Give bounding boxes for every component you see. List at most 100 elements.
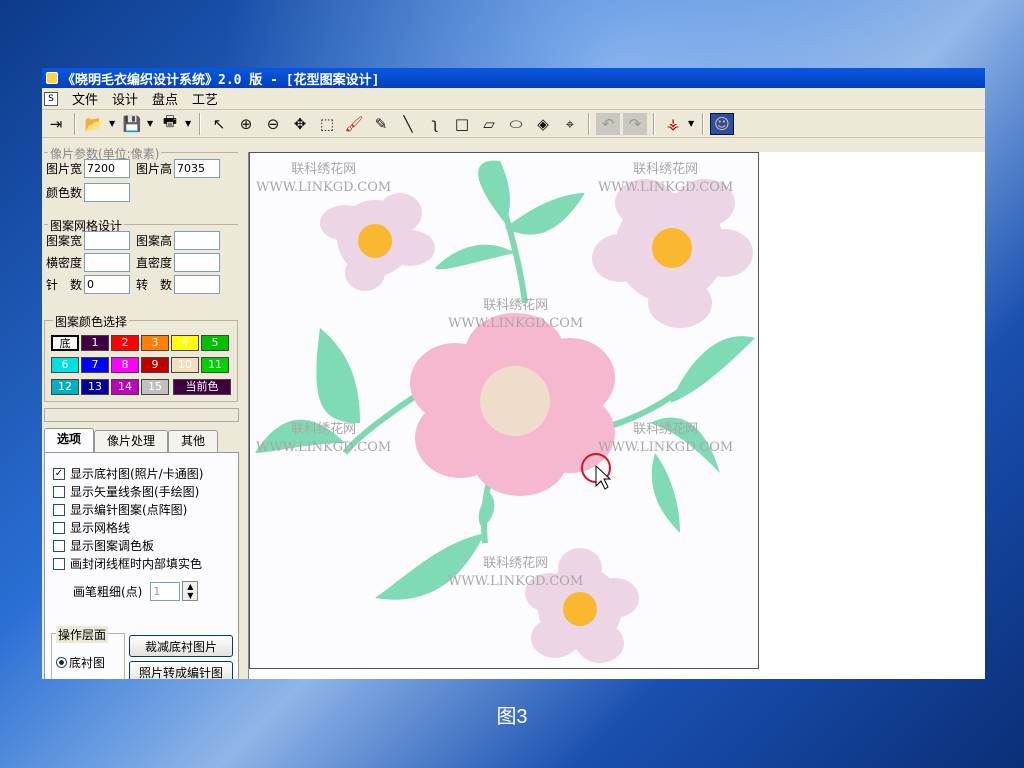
- color-swatch[interactable]: 11: [201, 357, 229, 373]
- flower-bottom-center: [563, 592, 597, 626]
- label: 图片高: [136, 162, 173, 176]
- tab-options[interactable]: 选项: [44, 428, 95, 452]
- checkbox-icon[interactable]: [53, 485, 65, 498]
- line-icon[interactable]: ╲: [396, 113, 420, 135]
- color-swatch[interactable]: 7: [81, 357, 109, 373]
- color-swatch[interactable]: 3: [141, 335, 169, 351]
- pattern-height-field[interactable]: [174, 231, 221, 250]
- tab-photo-processing[interactable]: 像片处理: [94, 430, 169, 452]
- color-swatch[interactable]: 15: [141, 379, 169, 395]
- watermark: 联科绣花网 WWW.LINKGD.COM: [448, 298, 584, 331]
- chevron-down-icon[interactable]: ▼: [688, 119, 696, 128]
- color-swatch[interactable]: 1: [81, 335, 109, 351]
- color-swatch[interactable]: 6: [51, 357, 79, 373]
- color-swatch[interactable]: 5: [201, 335, 229, 351]
- pen-width-spinner[interactable]: ▲ ▼: [182, 581, 199, 601]
- spinner-down-icon[interactable]: ▼: [183, 591, 197, 600]
- menu-file[interactable]: 文件: [72, 89, 98, 108]
- h-density-field[interactable]: [84, 253, 131, 272]
- checkbox-icon[interactable]: [53, 557, 65, 570]
- status-field: [44, 408, 239, 422]
- figure-caption: 图3: [496, 706, 528, 728]
- document-icon[interactable]: S: [44, 91, 58, 106]
- label: 转 数: [136, 278, 173, 292]
- parallelogram-icon[interactable]: ▱: [477, 113, 501, 135]
- pencil-icon[interactable]: ✎: [369, 113, 393, 135]
- color-swatch[interactable]: 13: [81, 379, 109, 395]
- spinner-up-icon[interactable]: ▲: [183, 582, 197, 591]
- image-width-field[interactable]: 7200: [84, 159, 131, 178]
- undo-icon[interactable]: ↶: [596, 112, 620, 135]
- ellipse-icon[interactable]: ⬭: [504, 113, 528, 135]
- option-checkbox-row[interactable]: ✓ 显示底衬图(照片/卡通图): [53, 465, 203, 482]
- v-density-field[interactable]: [174, 253, 221, 272]
- chevron-down-icon[interactable]: ▼: [147, 119, 155, 128]
- checkbox-icon[interactable]: [53, 503, 65, 516]
- label: 颜色数: [46, 186, 83, 200]
- symmetry-icon[interactable]: ⚶: [661, 113, 685, 135]
- design-canvas[interactable]: 联科绣花网 WWW.LINKGD.COM 联科绣花网 WWW.LINKGD.COM …: [249, 152, 759, 669]
- checkbox-icon[interactable]: [53, 539, 65, 552]
- flower-top-left-center: [358, 224, 392, 258]
- color-swatch[interactable]: 2: [111, 335, 139, 351]
- exit-icon[interactable]: ⇥: [44, 113, 68, 135]
- option-checkbox-row[interactable]: 画封闭线框时内部填实色: [53, 555, 202, 572]
- color-swatch[interactable]: 8: [111, 357, 139, 373]
- select-arrow-icon[interactable]: ↖: [207, 113, 231, 135]
- color-swatch[interactable]: 12: [51, 379, 79, 395]
- crop-background-button[interactable]: 裁减底衬图片: [129, 635, 233, 657]
- photo-to-stitch-button[interactable]: 照片转成编针图: [129, 661, 233, 679]
- radio-selected-icon[interactable]: [56, 657, 67, 668]
- color-swatch[interactable]: 9: [141, 357, 169, 373]
- current-color-swatch: 当前色: [173, 379, 231, 395]
- brush-icon[interactable]: 🖌: [342, 113, 366, 135]
- canvas-area[interactable]: 联科绣花网 WWW.LINKGD.COM 联科绣花网 WWW.LINKGD.COM …: [248, 152, 985, 679]
- flower-top-right-center: [652, 228, 692, 268]
- rectangle-icon[interactable]: □: [450, 113, 474, 135]
- checkbox-checked-icon[interactable]: ✓: [53, 467, 65, 480]
- color-count-field[interactable]: [84, 183, 131, 202]
- pen-width-input[interactable]: 1: [150, 581, 181, 601]
- zoom-in-icon[interactable]: ⊕: [234, 113, 258, 135]
- print-icon[interactable]: 🖶: [158, 112, 182, 135]
- option-label: 显示编针图案(点阵图): [70, 503, 188, 517]
- pattern-width-field[interactable]: [84, 231, 131, 250]
- avatar-icon[interactable]: ☺: [710, 112, 734, 135]
- option-checkbox-row[interactable]: 显示图案调色板: [53, 537, 154, 554]
- color-swatch[interactable]: 4: [171, 335, 199, 351]
- pixel-params-group: 像片参数(单位:像素) 图片宽 7200 图片高 7035 颜色数: [44, 145, 238, 212]
- redo-icon[interactable]: ↷: [623, 112, 647, 135]
- save-icon[interactable]: 💾: [120, 113, 144, 135]
- app-icon: [46, 72, 58, 84]
- open-folder-icon[interactable]: 📂: [82, 113, 106, 135]
- turn-count-field[interactable]: [174, 275, 221, 294]
- option-checkbox-row[interactable]: 显示矢量线条图(手绘图): [53, 483, 199, 500]
- menu-inventory[interactable]: 盘点: [152, 89, 178, 108]
- watermark: 联科绣花网 WWW.LINKGD.COM: [256, 422, 392, 455]
- color-swatch[interactable]: 底: [51, 335, 79, 351]
- menu-craft[interactable]: 工艺: [192, 89, 218, 108]
- chevron-down-icon[interactable]: ▼: [109, 119, 117, 128]
- options-pane: ✓ 显示底衬图(照片/卡通图) 显示矢量线条图(手绘图) 显示编针图案(点阵图) 显示网…: [44, 452, 239, 679]
- option-checkbox-row[interactable]: 显示网格线: [53, 519, 130, 536]
- label: 图片宽: [46, 162, 83, 176]
- crop-icon[interactable]: ⌖: [558, 113, 582, 135]
- tab-other[interactable]: 其他: [168, 430, 219, 452]
- curve-icon[interactable]: ʅ: [423, 113, 447, 135]
- label: 横密度: [46, 256, 83, 270]
- menu-design[interactable]: 设计: [112, 89, 138, 108]
- image-height-field[interactable]: 7035: [174, 159, 221, 178]
- layer-group: 操作层面 底衬图: [51, 626, 125, 679]
- fill-icon[interactable]: ◈: [531, 113, 555, 135]
- color-swatch[interactable]: 10: [171, 357, 199, 373]
- needle-count-field[interactable]: 0: [84, 275, 131, 294]
- toolbar-separator: [653, 112, 655, 135]
- move-icon[interactable]: ✥: [288, 113, 312, 135]
- rect-select-icon[interactable]: ⬚: [315, 113, 339, 135]
- color-swatch[interactable]: 14: [111, 379, 139, 395]
- app-window: 《晓明毛衣编织设计系统》2.0 版 - [花型图案设计] S 文件 设计 盘点 …: [42, 68, 985, 679]
- zoom-out-icon[interactable]: ⊖: [261, 113, 285, 135]
- checkbox-icon[interactable]: [53, 521, 65, 534]
- chevron-down-icon[interactable]: ▼: [185, 119, 193, 128]
- option-checkbox-row[interactable]: 显示编针图案(点阵图): [53, 501, 187, 518]
